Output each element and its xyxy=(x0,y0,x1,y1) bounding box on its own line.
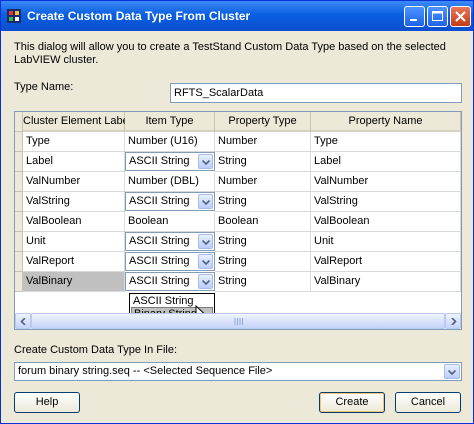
column-header-item-type[interactable]: Item Type xyxy=(125,112,215,132)
cell-cluster-element-label[interactable]: ValReport xyxy=(23,252,125,272)
target-file-value: forum binary string.seq -- <Selected Seq… xyxy=(18,365,273,377)
title-bar[interactable]: Create Custom Data Type From Cluster xyxy=(1,1,473,31)
chevron-down-icon xyxy=(202,260,210,265)
item-type-combo[interactable]: ASCII String xyxy=(125,252,215,271)
help-button[interactable]: Help xyxy=(14,392,80,413)
maximize-button[interactable] xyxy=(427,6,448,27)
item-type-dropdown-button[interactable] xyxy=(198,154,213,169)
cell-cluster-element-label[interactable]: ValBoolean xyxy=(23,212,125,232)
row-header[interactable] xyxy=(15,232,23,252)
cell-property-type[interactable]: String xyxy=(215,192,311,212)
cell-property-name[interactable]: Unit xyxy=(311,232,461,252)
item-type-value: ASCII String xyxy=(129,235,190,247)
item-type-value: ASCII String xyxy=(129,195,190,207)
close-button[interactable] xyxy=(450,6,471,27)
cell-property-name[interactable]: ValReport xyxy=(311,252,461,272)
chevron-down-icon xyxy=(202,240,210,245)
cell-property-type[interactable]: String xyxy=(215,252,311,272)
grid-corner-header xyxy=(15,112,23,132)
item-type-value: ASCII String xyxy=(129,255,190,267)
row-header[interactable] xyxy=(15,152,23,172)
chevron-down-icon xyxy=(202,200,210,205)
cell-property-type[interactable]: String xyxy=(215,232,311,252)
cell-property-type[interactable]: Number xyxy=(215,132,311,152)
cell-cluster-element-label[interactable]: Unit xyxy=(23,232,125,252)
cell-property-name[interactable]: ValBoolean xyxy=(311,212,461,232)
cell-item-type[interactable]: Boolean xyxy=(125,212,215,232)
item-type-dropdown-button[interactable] xyxy=(198,274,213,289)
chevron-down-icon xyxy=(448,370,456,375)
item-type-combo[interactable]: ASCII String xyxy=(125,272,215,291)
cell-cluster-element-label[interactable]: ValString xyxy=(23,192,125,212)
item-type-combo[interactable]: ASCII String xyxy=(125,152,215,171)
cancel-button[interactable]: Cancel xyxy=(395,392,461,413)
item-type-value: ASCII String xyxy=(129,155,190,167)
cell-item-type[interactable]: Number (U16) xyxy=(125,132,215,152)
cluster-elements-grid: Cluster Element Label Item Type Property… xyxy=(14,111,462,330)
row-header[interactable] xyxy=(15,132,23,152)
minimize-button[interactable] xyxy=(404,6,425,27)
item-type-dropdown-button[interactable] xyxy=(198,254,213,269)
file-dropdown-button[interactable] xyxy=(444,364,460,379)
item-type-combo[interactable]: ASCII String xyxy=(125,232,215,251)
row-header[interactable] xyxy=(15,212,23,232)
column-header-property-type[interactable]: Property Type xyxy=(215,112,311,132)
create-button[interactable]: Create xyxy=(319,392,385,413)
grip-icon xyxy=(234,318,243,325)
window-title: Create Custom Data Type From Cluster xyxy=(27,9,251,23)
cell-property-type[interactable]: String xyxy=(215,152,311,172)
row-header[interactable] xyxy=(15,172,23,192)
dialog-description: This dialog will allow you to create a T… xyxy=(14,41,446,66)
item-type-dropdown-button[interactable] xyxy=(198,194,213,209)
dialog-window: Create Custom Data Type From Cluster Thi… xyxy=(0,0,474,424)
grid-horizontal-scrollbar[interactable] xyxy=(15,313,461,329)
chevron-down-icon xyxy=(202,280,210,285)
cell-property-name[interactable]: ValNumber xyxy=(311,172,461,192)
close-icon xyxy=(455,11,466,22)
cell-property-name[interactable]: ValString xyxy=(311,192,461,212)
row-header[interactable] xyxy=(15,192,23,212)
arrow-right-icon xyxy=(451,318,457,325)
row-header[interactable] xyxy=(15,272,23,292)
arrow-left-icon xyxy=(20,318,26,325)
cell-property-name[interactable]: ValBinary xyxy=(311,272,461,292)
item-type-value: ASCII String xyxy=(129,275,190,287)
scroll-left-button[interactable] xyxy=(15,313,31,329)
teststand-app-icon xyxy=(7,9,21,23)
scrollbar-thumb[interactable] xyxy=(31,313,445,329)
type-name-label: Type Name: xyxy=(14,81,74,93)
maximize-icon xyxy=(432,11,443,21)
cell-cluster-element-label[interactable]: Label xyxy=(23,152,125,172)
row-header[interactable] xyxy=(15,252,23,272)
minimize-icon xyxy=(410,19,417,21)
cell-property-name[interactable]: Label xyxy=(311,152,461,172)
cell-cluster-element-label[interactable]: Type xyxy=(23,132,125,152)
cell-property-type[interactable]: String xyxy=(215,272,311,292)
column-header-property-name[interactable]: Property Name xyxy=(311,112,461,132)
scroll-right-button[interactable] xyxy=(445,313,461,329)
chevron-down-icon xyxy=(202,160,210,165)
target-file-select[interactable]: forum binary string.seq -- <Selected Seq… xyxy=(14,362,462,381)
item-type-dropdown-button[interactable] xyxy=(198,234,213,249)
file-label: Create Custom Data Type In File: xyxy=(14,344,178,356)
column-header-cluster-element-label[interactable]: Cluster Element Label xyxy=(23,112,131,132)
item-type-combo[interactable]: ASCII String xyxy=(125,192,215,211)
type-name-input[interactable]: RFTS_ScalarData xyxy=(170,83,462,103)
cell-property-name[interactable]: Type xyxy=(311,132,461,152)
cell-property-type[interactable]: Number xyxy=(215,172,311,192)
cell-cluster-element-label[interactable]: ValNumber xyxy=(23,172,125,192)
cell-item-type[interactable]: Number (DBL) xyxy=(125,172,215,192)
cell-cluster-element-label[interactable]: ValBinary xyxy=(23,272,125,292)
cell-property-type[interactable]: Boolean xyxy=(215,212,311,232)
